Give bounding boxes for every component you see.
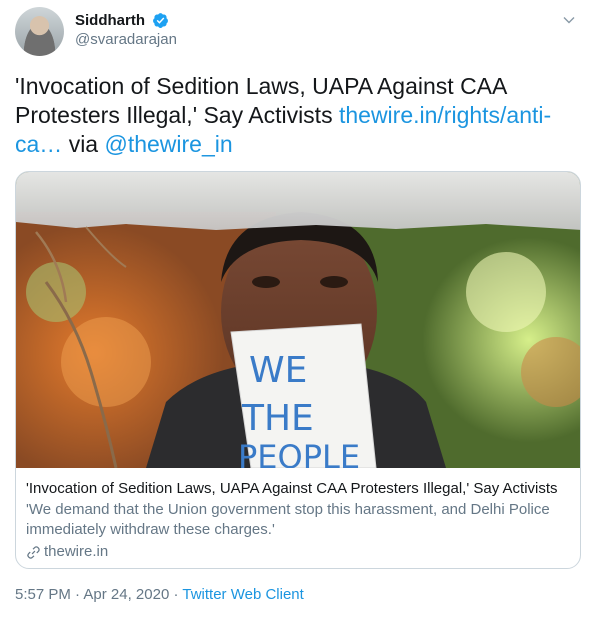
avatar[interactable] <box>15 7 64 56</box>
card-domain-text[interactable]: thewire.in <box>44 542 108 562</box>
tweet-via: via <box>68 131 99 157</box>
tweet-text: 'Invocation of Sedition Laws, UAPA Again… <box>15 72 580 159</box>
tweet-source[interactable]: Twitter Web Client <box>182 586 303 603</box>
card-description: 'We demand that the Union government sto… <box>26 501 550 538</box>
card-meta[interactable]: 'Invocation of Sedition Laws, UAPA Again… <box>26 479 570 562</box>
tweet: Siddharth @svaradarajan 'Invocation of S… <box>0 0 593 617</box>
sign-line-1: WE <box>249 350 307 391</box>
footer-separator: · <box>75 586 81 603</box>
tweet-date[interactable]: Apr 24, 2020 <box>83 586 169 603</box>
card-image[interactable]: WE THE PEOPLE <box>16 172 580 468</box>
link-icon <box>27 545 40 559</box>
sign-line-2: THE <box>241 398 314 439</box>
author-names[interactable]: Siddharth @svaradarajan <box>75 11 177 50</box>
chevron-down-icon[interactable] <box>562 13 576 27</box>
author-handle[interactable]: @svaradarajan <box>75 30 177 50</box>
author-display-name[interactable]: Siddharth <box>75 11 145 30</box>
tweet-header: Siddharth @svaradarajan <box>15 5 578 57</box>
mention-link[interactable]: @thewire_in <box>104 131 232 157</box>
footer-separator-2: · <box>173 586 179 603</box>
card-photo: WE THE PEOPLE <box>16 172 580 468</box>
tweet-time[interactable]: 5:57 PM <box>15 586 71 603</box>
sign-line-3: PEOPLE <box>238 438 360 468</box>
tweet-footer: 5:57 PM · Apr 24, 2020 · Twitter Web Cli… <box>15 585 304 605</box>
card-domain[interactable]: thewire.in <box>26 542 570 562</box>
link-card[interactable]: WE THE PEOPLE 'Invocation of Sedition La… <box>15 171 581 569</box>
verified-badge-icon <box>153 13 169 28</box>
card-title[interactable]: 'Invocation of Sedition Laws, UAPA Again… <box>26 479 570 499</box>
